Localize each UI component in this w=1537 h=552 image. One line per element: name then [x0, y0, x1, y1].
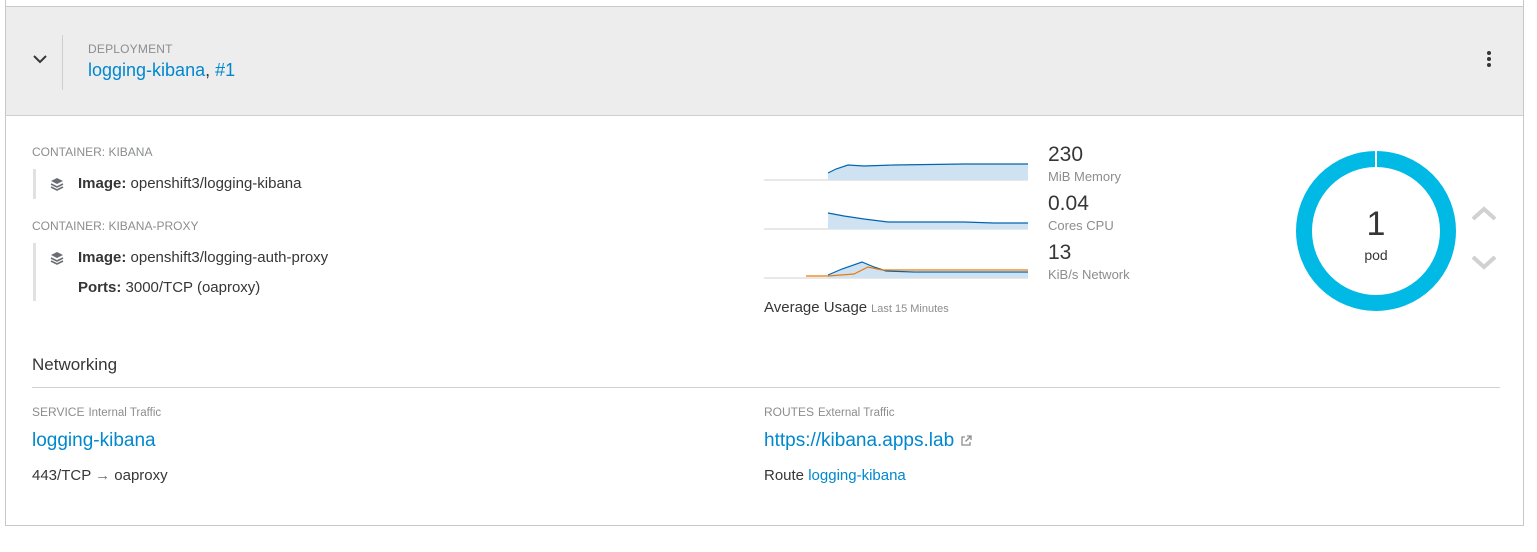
- pod-label: pod: [1364, 247, 1388, 263]
- average-usage: Average Usage Last 15 Minutes: [764, 299, 949, 316]
- deployment-name-link[interactable]: logging-kibana: [88, 60, 205, 80]
- deployment-card: DEPLOYMENT logging-kibana, #1 CONTAINER:…: [5, 6, 1524, 526]
- cpu-unit: Cores CPU: [1048, 218, 1114, 233]
- average-usage-label: Average Usage: [764, 299, 868, 316]
- image-label: Image:: [78, 249, 127, 266]
- route-url-container: https://kibana.apps.lab: [764, 430, 972, 452]
- routes-label-text: ROUTES: [764, 405, 815, 419]
- layers-icon: [50, 178, 64, 191]
- networking-divider: [32, 387, 1500, 388]
- container-kibana-proxy-details: Image: openshift3/logging-auth-proxy Por…: [33, 243, 328, 301]
- deployment-label: DEPLOYMENT: [88, 42, 173, 56]
- network-sparkline: [764, 261, 1028, 279]
- image-value: openshift3/logging-auth-proxy: [130, 249, 329, 266]
- container-kibana-label: CONTAINER: KIBANA: [32, 145, 153, 159]
- network-value: 13: [1048, 241, 1072, 264]
- image-label: Image:: [78, 175, 127, 192]
- network-unit: KiB/s Network: [1048, 267, 1130, 282]
- arrow-right-icon: →: [95, 467, 111, 484]
- deployment-revision-link[interactable]: #1: [215, 60, 235, 80]
- header-divider: [62, 35, 63, 90]
- service-label: SERVICE Internal Traffic: [32, 405, 161, 419]
- layers-icon: [50, 252, 64, 265]
- average-usage-period: Last 15 Minutes: [871, 303, 949, 315]
- networking-title: Networking: [32, 355, 118, 374]
- container-kibana-proxy-label: CONTAINER: KIBANA-PROXY: [32, 219, 199, 233]
- deployment-title: logging-kibana, #1: [88, 60, 235, 81]
- route-name-link[interactable]: logging-kibana: [808, 467, 906, 484]
- deployment-separator: ,: [205, 60, 216, 80]
- port-to: oaproxy: [114, 467, 168, 484]
- service-sub-label: Internal Traffic: [88, 407, 162, 419]
- ports-label: Ports:: [78, 279, 122, 296]
- deployment-header: DEPLOYMENT logging-kibana, #1: [6, 7, 1523, 116]
- memory-sparkline: [764, 163, 1028, 181]
- container-kibana-details: Image: openshift3/logging-kibana: [33, 169, 302, 199]
- route-label: Route: [764, 467, 805, 484]
- service-name-link[interactable]: logging-kibana: [32, 430, 156, 452]
- memory-value: 230: [1048, 143, 1084, 166]
- route-url-link[interactable]: https://kibana.apps.lab: [764, 430, 954, 451]
- pod-count: 1: [1366, 205, 1386, 243]
- external-link-icon[interactable]: [960, 435, 972, 447]
- memory-unit: MiB Memory: [1048, 169, 1121, 184]
- scale-up-chevron-up-icon[interactable]: [1469, 203, 1499, 225]
- route-row: Route logging-kibana: [764, 467, 906, 484]
- routes-label: ROUTES External Traffic: [764, 405, 895, 419]
- service-port-mapping: 443/TCP → oaproxy: [32, 467, 168, 484]
- cpu-value: 0.04: [1048, 192, 1089, 215]
- port-from: 443/TCP: [32, 467, 91, 484]
- routes-sub-label: External Traffic: [818, 407, 895, 419]
- cpu-sparkline: [764, 212, 1028, 230]
- ports-value: 3000/TCP (oaproxy): [125, 279, 261, 296]
- chevron-down-icon[interactable]: [30, 49, 50, 69]
- service-label-text: SERVICE: [32, 405, 85, 419]
- kebab-menu-icon[interactable]: [1484, 51, 1494, 73]
- image-value: openshift3/logging-kibana: [130, 175, 302, 192]
- scale-down-chevron-down-icon[interactable]: [1469, 251, 1499, 273]
